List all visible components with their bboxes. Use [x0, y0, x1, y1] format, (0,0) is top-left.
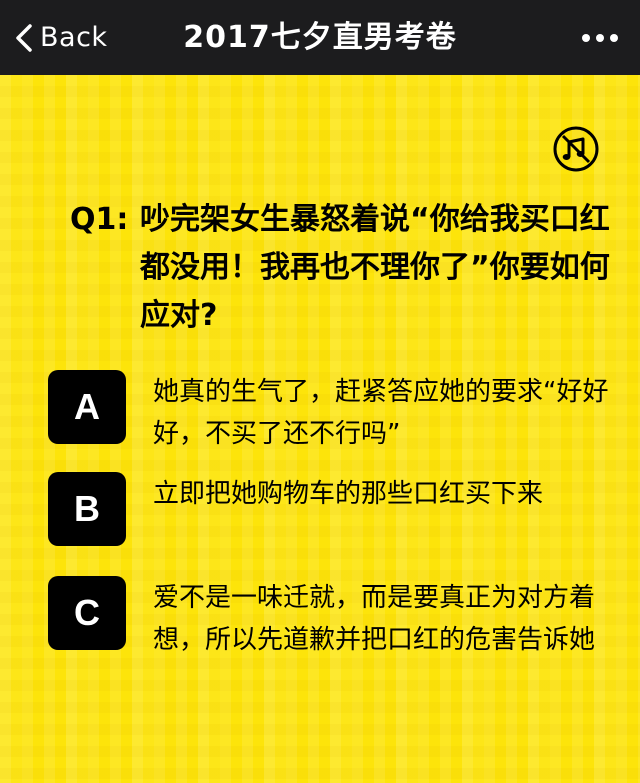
option-c[interactable]: C 爱不是一味迁就，而是要真正为对方着想，所以先道歉并把口红的危害告诉她	[48, 576, 620, 661]
option-c-badge: C	[48, 576, 126, 650]
option-a-text: 她真的生气了，赶紧答应她的要求“好好好，不买了还不行吗”	[153, 377, 609, 449]
navigation-bar: Back 2017七夕直男考卷	[0, 0, 640, 75]
page-title: 2017七夕直男考卷	[183, 20, 457, 55]
question: Q1: 吵完架女生暴怒着说“你给我买口红都没用！我再也不理你了”你要如何应对?	[70, 196, 610, 340]
question-number: Q1:	[70, 202, 129, 237]
option-a[interactable]: A 她真的生气了，赶紧答应她的要求“好好好，不买了还不行吗”	[48, 370, 620, 455]
more-dots-icon[interactable]	[582, 0, 618, 75]
option-b-badge: B	[48, 472, 126, 546]
option-b-text: 立即把她购物车的那些口红买下来	[153, 479, 544, 509]
music-note-icon[interactable]	[552, 125, 600, 173]
option-a-badge: A	[48, 370, 126, 444]
question-text: 吵完架女生暴怒着说“你给我买口红都没用！我再也不理你了”你要如何应对?	[140, 202, 610, 333]
option-b[interactable]: B 立即把她购物车的那些口红买下来	[48, 472, 620, 546]
option-c-text: 爱不是一味迁就，而是要真正为对方着想，所以先道歉并把口红的危害告诉她	[153, 583, 596, 655]
quiz-content: Q1: 吵完架女生暴怒着说“你给我买口红都没用！我再也不理你了”你要如何应对? …	[0, 75, 640, 783]
